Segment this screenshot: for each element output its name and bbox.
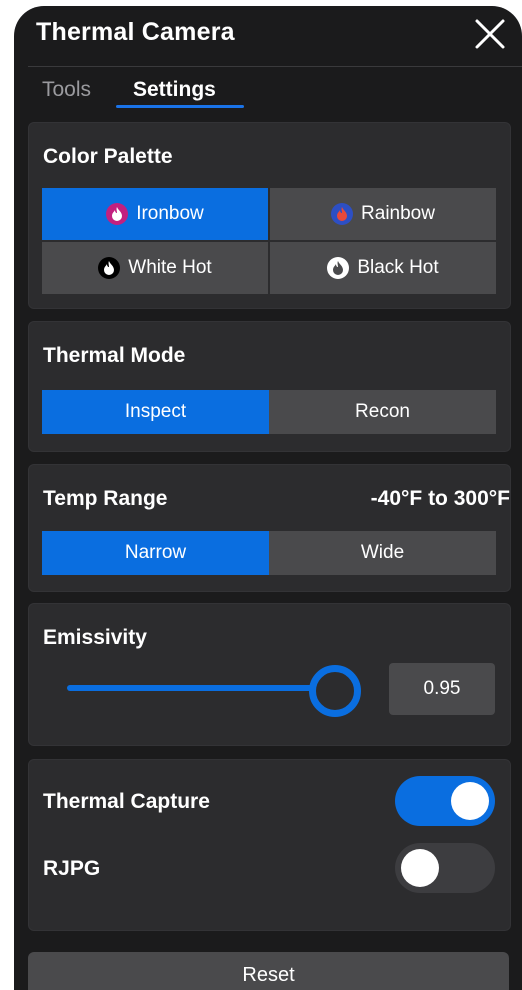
- thermal-mode-inspect[interactable]: Inspect: [42, 390, 269, 434]
- palette-option-label: White Hot: [128, 257, 212, 278]
- thermal-capture-label: Thermal Capture: [43, 790, 210, 813]
- temp-range-wide[interactable]: Wide: [269, 531, 496, 575]
- emissivity-section: Emissivity 0.95: [28, 603, 511, 746]
- temp-range-value: -40°F to 300°F: [370, 487, 510, 510]
- emissivity-slider-thumb[interactable]: [309, 665, 361, 717]
- emissivity-slider-track[interactable]: [67, 685, 327, 691]
- thermal-mode-section: Thermal Mode Inspect Recon: [28, 321, 511, 452]
- color-palette-section: Color Palette Ironbow Rainbow White Hot: [28, 122, 511, 309]
- reset-button[interactable]: Reset: [28, 952, 509, 990]
- tab-settings[interactable]: Settings: [133, 78, 216, 102]
- palette-option-black-hot[interactable]: Black Hot: [270, 242, 496, 294]
- palette-option-label: Ironbow: [136, 203, 204, 224]
- flame-icon: [331, 203, 354, 225]
- header-divider: [28, 66, 522, 67]
- emissivity-value-field[interactable]: 0.95: [389, 663, 495, 715]
- close-icon: [475, 19, 505, 49]
- thermal-mode-label: Thermal Mode: [43, 344, 186, 367]
- toggle-knob: [451, 782, 489, 820]
- flame-icon: [327, 257, 350, 279]
- temp-range-narrow[interactable]: Narrow: [42, 531, 269, 575]
- rjpg-label: RJPG: [43, 857, 101, 880]
- palette-option-label: Rainbow: [361, 203, 435, 224]
- palette-option-ironbow[interactable]: Ironbow: [42, 188, 268, 240]
- thermal-camera-panel: Thermal Camera Tools Settings Color Pale…: [14, 6, 522, 990]
- palette-option-white-hot[interactable]: White Hot: [42, 242, 268, 294]
- temp-range-options: Narrow Wide: [42, 531, 496, 575]
- temp-range-section: Temp Range -40°F to 300°F Narrow Wide: [28, 464, 511, 592]
- close-button[interactable]: [472, 16, 508, 52]
- thermal-mode-recon[interactable]: Recon: [269, 390, 496, 434]
- flame-icon: [106, 203, 129, 225]
- thermal-mode-options: Inspect Recon: [42, 390, 496, 434]
- palette-option-label: Black Hot: [357, 257, 439, 278]
- panel-header: Thermal Camera: [14, 6, 522, 64]
- tab-tools[interactable]: Tools: [42, 78, 91, 102]
- rjpg-toggle[interactable]: [395, 843, 495, 893]
- capture-section: Thermal Capture RJPG: [28, 759, 511, 931]
- emissivity-label: Emissivity: [43, 626, 147, 649]
- panel-title: Thermal Camera: [36, 18, 235, 46]
- color-palette-options: Ironbow Rainbow White Hot Black Hot: [42, 188, 496, 294]
- palette-option-rainbow[interactable]: Rainbow: [270, 188, 496, 240]
- toggle-knob: [401, 849, 439, 887]
- active-tab-indicator: [116, 105, 244, 108]
- color-palette-label: Color Palette: [43, 145, 173, 168]
- flame-icon: [98, 257, 121, 279]
- thermal-capture-toggle[interactable]: [395, 776, 495, 826]
